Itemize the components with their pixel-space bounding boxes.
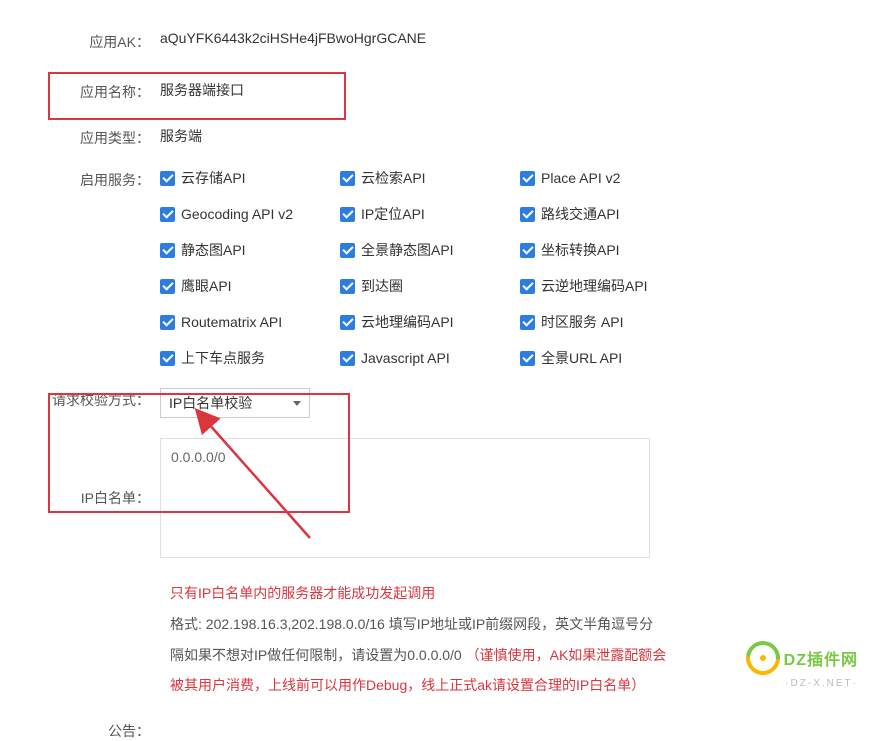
checkbox-label: Place API v2 (541, 170, 620, 186)
checkbox-icon (340, 279, 355, 294)
checkbox-label: 全景URL API (541, 348, 622, 368)
checkbox-icon (160, 243, 175, 258)
verify-mode-select[interactable]: IP白名单校验 (160, 388, 310, 418)
value-app-ak: aQuYFK6443k2ciHSHe4jFBwoHgrGCANE (160, 30, 876, 46)
note-warning: 只有IP白名单内的服务器才能成功发起调用 (170, 578, 690, 609)
checkbox-icon (340, 207, 355, 222)
checkbox-item[interactable]: 到达圈 (340, 276, 520, 296)
checkbox-icon (520, 243, 535, 258)
checkbox-label: Routematrix API (181, 314, 282, 330)
note-caution: （谨慎使用，AK如果泄露配额会 (466, 647, 667, 663)
select-value: IP白名单校验 (169, 393, 252, 413)
watermark-sub: ·DZ-X.NET· (785, 678, 858, 689)
notes-block: 只有IP白名单内的服务器才能成功发起调用 格式: 202.198.16.3,20… (170, 578, 690, 701)
checkbox-item[interactable]: 坐标转换API (520, 240, 700, 260)
checkbox-icon (160, 315, 175, 330)
checkbox-item[interactable]: 云地理编码API (340, 312, 520, 332)
checkbox-icon (160, 351, 175, 366)
value-app-name: 服务器端接口 (160, 80, 876, 100)
checkbox-item[interactable]: 路线交通API (520, 204, 700, 224)
watermark: DZ插件网 (746, 641, 858, 675)
label-ip-whitelist: IP白名单： (0, 488, 160, 508)
checkbox-label: 云存储API (181, 168, 246, 188)
services-grid: 云存储API 云检索API Place API v2 Geocoding API… (160, 168, 876, 368)
checkbox-icon (340, 351, 355, 366)
checkbox-icon (160, 171, 175, 186)
checkbox-label: 上下车点服务 (181, 348, 265, 368)
checkbox-label: 云地理编码API (361, 312, 454, 332)
checkbox-icon (160, 279, 175, 294)
checkbox-icon (520, 207, 535, 222)
checkbox-item[interactable]: Routematrix API (160, 312, 340, 332)
checkbox-item[interactable]: 云逆地理编码API (520, 276, 700, 296)
label-verify-mode: 请求校验方式： (0, 388, 160, 410)
label-enable-services: 启用服务： (0, 168, 160, 190)
checkbox-item[interactable]: 云检索API (340, 168, 520, 188)
label-app-type: 应用类型： (0, 126, 160, 148)
checkbox-icon (340, 171, 355, 186)
chevron-down-icon (293, 401, 301, 406)
checkbox-label: 云逆地理编码API (541, 276, 648, 296)
checkbox-icon (520, 171, 535, 186)
checkbox-label: 时区服务 API (541, 312, 623, 332)
watermark-text: DZ插件网 (784, 646, 858, 670)
checkbox-item[interactable]: Place API v2 (520, 168, 700, 188)
checkbox-item[interactable]: 静态图API (160, 240, 340, 260)
note-format: 格式: 202.198.16.3,202.198.0.0/16 填写IP地址或I… (170, 609, 690, 640)
value-app-type: 服务端 (160, 126, 876, 146)
checkbox-item[interactable]: Geocoding API v2 (160, 204, 340, 224)
watermark-logo-icon (739, 634, 787, 682)
checkbox-label: Geocoding API v2 (181, 206, 293, 222)
checkbox-label: Javascript API (361, 350, 450, 366)
checkbox-label: 到达圈 (361, 276, 403, 296)
checkbox-icon (160, 207, 175, 222)
checkbox-item[interactable]: 云存储API (160, 168, 340, 188)
checkbox-item[interactable]: 全景URL API (520, 348, 700, 368)
checkbox-icon (520, 351, 535, 366)
checkbox-icon (340, 243, 355, 258)
checkbox-icon (520, 279, 535, 294)
checkbox-label: 静态图API (181, 240, 246, 260)
checkbox-item[interactable]: 全景静态图API (340, 240, 520, 260)
note-format2: 隔如果不想对IP做任何限制，请设置为0.0.0.0/0 (170, 647, 466, 663)
label-app-name: 应用名称： (0, 80, 160, 102)
checkbox-label: 全景静态图API (361, 240, 454, 260)
checkbox-icon (340, 315, 355, 330)
checkbox-label: 坐标转换API (541, 240, 620, 260)
label-app-ak: 应用AK： (0, 30, 160, 52)
checkbox-label: 路线交通API (541, 204, 620, 224)
checkbox-icon (520, 315, 535, 330)
checkbox-item[interactable]: IP定位API (340, 204, 520, 224)
checkbox-item[interactable]: 时区服务 API (520, 312, 700, 332)
label-announcement: 公告： (0, 719, 160, 741)
checkbox-label: 云检索API (361, 168, 426, 188)
checkbox-label: IP定位API (361, 204, 425, 224)
ip-whitelist-textarea[interactable]: 0.0.0.0/0 (160, 438, 650, 558)
checkbox-label: 鹰眼API (181, 276, 232, 296)
checkbox-item[interactable]: 上下车点服务 (160, 348, 340, 368)
checkbox-item[interactable]: Javascript API (340, 348, 520, 368)
checkbox-item[interactable]: 鹰眼API (160, 276, 340, 296)
